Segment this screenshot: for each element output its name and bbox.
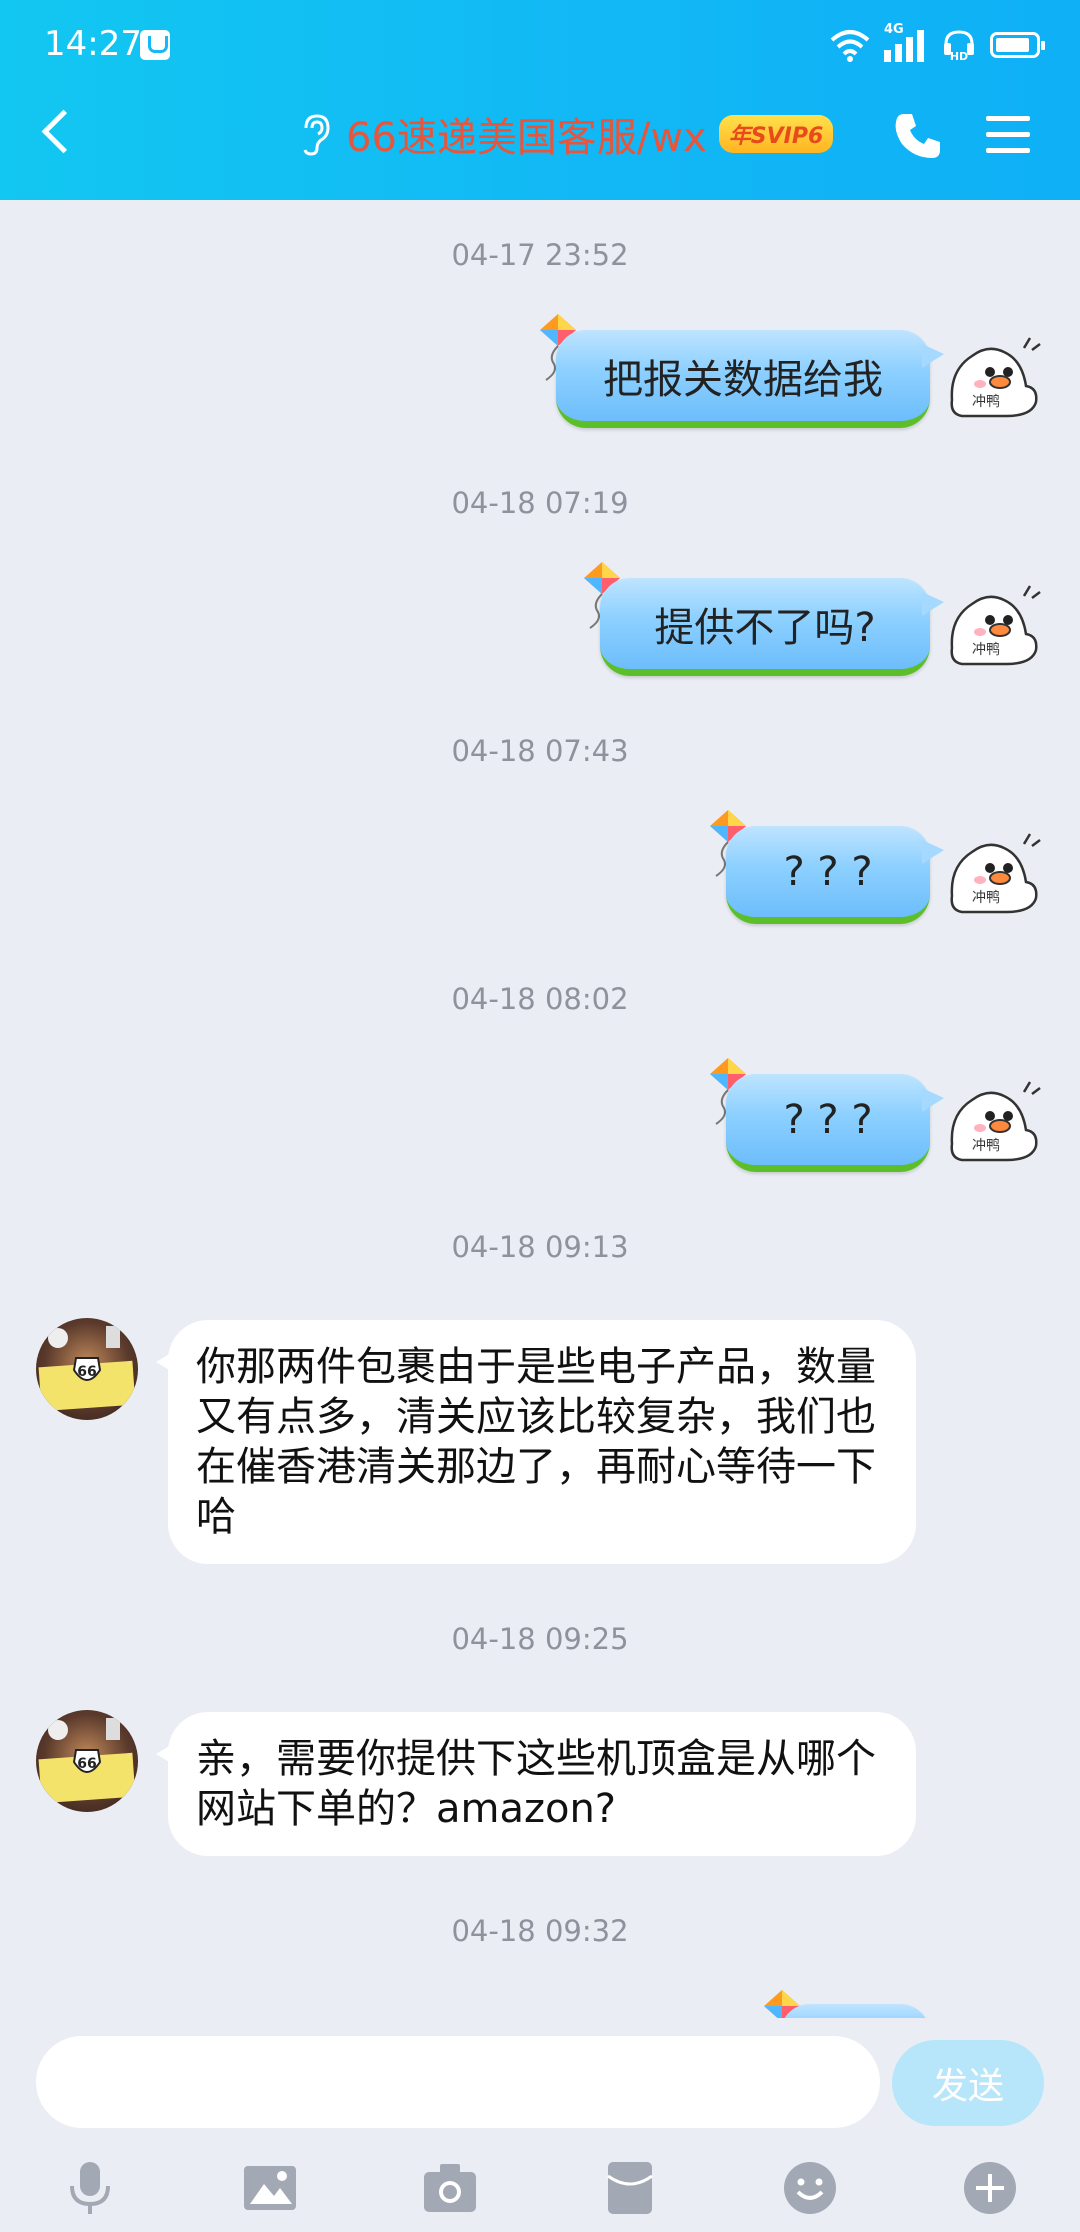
route66-sign-icon: 66 bbox=[38, 1326, 136, 1412]
svip-badge: 年SVIP6 bbox=[718, 115, 834, 153]
timestamp: 04-18 09:32 bbox=[451, 1914, 629, 1948]
hd-label: HD bbox=[950, 50, 968, 62]
network-label: 4G bbox=[884, 22, 904, 37]
duck-caption: 冲鸭 bbox=[972, 394, 1000, 410]
duck-caption: 冲鸭 bbox=[972, 642, 1000, 658]
red-packet-icon[interactable] bbox=[600, 2158, 660, 2218]
image-icon[interactable] bbox=[240, 2158, 300, 2218]
header: 14:27 4G HD 66速递美国客服/wx 年SVIP6 bbox=[0, 0, 1080, 200]
timestamp: 04-17 23:52 bbox=[451, 238, 629, 272]
mic-icon[interactable] bbox=[60, 2158, 120, 2218]
status-time: 14:27 bbox=[44, 24, 142, 64]
chat-title-group[interactable]: 66速递美国客服/wx 年SVIP6 bbox=[296, 106, 834, 162]
duck-caption: 冲鸭 bbox=[972, 1138, 1000, 1154]
message-bubble-outgoing[interactable]: 把报关数据给我 bbox=[556, 330, 944, 428]
input-bar: 发送 bbox=[0, 2018, 1080, 2232]
message-bubble-outgoing[interactable]: 提供不了吗? bbox=[600, 578, 944, 676]
chat-screen: 14:27 4G HD 66速递美国客服/wx 年SVIP6 04-17 23:… bbox=[0, 0, 1080, 2232]
phone-icon[interactable] bbox=[890, 108, 946, 164]
send-button[interactable]: 发送 bbox=[892, 2040, 1044, 2126]
plus-icon[interactable] bbox=[960, 2158, 1020, 2218]
back-button[interactable] bbox=[40, 108, 80, 158]
signal-icon: 4G bbox=[884, 22, 928, 62]
menu-icon[interactable] bbox=[984, 110, 1034, 160]
duck-avatar-icon[interactable]: 冲鸭 bbox=[942, 330, 1042, 426]
avatar-text: 66 bbox=[77, 1756, 96, 1772]
avatar-text: 66 bbox=[77, 1364, 96, 1380]
battery-icon bbox=[990, 32, 1045, 58]
timestamp: 04-18 09:13 bbox=[451, 1230, 629, 1264]
timestamp: 04-18 07:43 bbox=[451, 734, 629, 768]
route66-sign-icon: 66 bbox=[38, 1718, 136, 1804]
status-icons: 4G HD bbox=[830, 22, 1045, 64]
message-bubble-incoming[interactable]: 你那两件包裹由于是些电子产品，数量又有点多，清关应该比较复杂，我们也在催香港清关… bbox=[156, 1320, 916, 1564]
message-input[interactable] bbox=[36, 2036, 880, 2128]
message-bubble-outgoing[interactable]: ? ? ? bbox=[726, 1074, 944, 1172]
message-bubble-outgoing[interactable]: ? ? ? bbox=[726, 826, 944, 924]
toolbar bbox=[0, 2148, 1080, 2232]
timestamp: 04-18 08:02 bbox=[451, 982, 629, 1016]
duck-caption: 冲鸭 bbox=[972, 890, 1000, 906]
status-bar: 14:27 4G HD bbox=[0, 0, 1080, 90]
camera-icon[interactable] bbox=[420, 2158, 480, 2218]
hd-call-icon: HD bbox=[944, 30, 974, 62]
chat-title: 66速递美国客服/wx bbox=[346, 115, 707, 161]
timestamp: 04-18 07:19 bbox=[451, 486, 629, 520]
emoji-icon[interactable] bbox=[780, 2158, 840, 2218]
notification-icon bbox=[140, 30, 170, 60]
timestamp: 04-18 09:25 bbox=[451, 1622, 629, 1656]
wifi-icon bbox=[830, 30, 870, 62]
duck-avatar-icon[interactable]: 冲鸭 bbox=[942, 826, 1042, 922]
contact-avatar[interactable]: 66 bbox=[36, 1710, 138, 1812]
duck-avatar-icon[interactable]: 冲鸭 bbox=[942, 578, 1042, 674]
ear-icon[interactable] bbox=[296, 110, 334, 158]
message-bubble-incoming[interactable]: 亲，需要你提供下这些机顶盒是从哪个网站下单的？amazon? bbox=[156, 1712, 916, 1856]
contact-avatar[interactable]: 66 bbox=[36, 1318, 138, 1420]
duck-avatar-icon[interactable]: 冲鸭 bbox=[942, 1074, 1042, 1170]
